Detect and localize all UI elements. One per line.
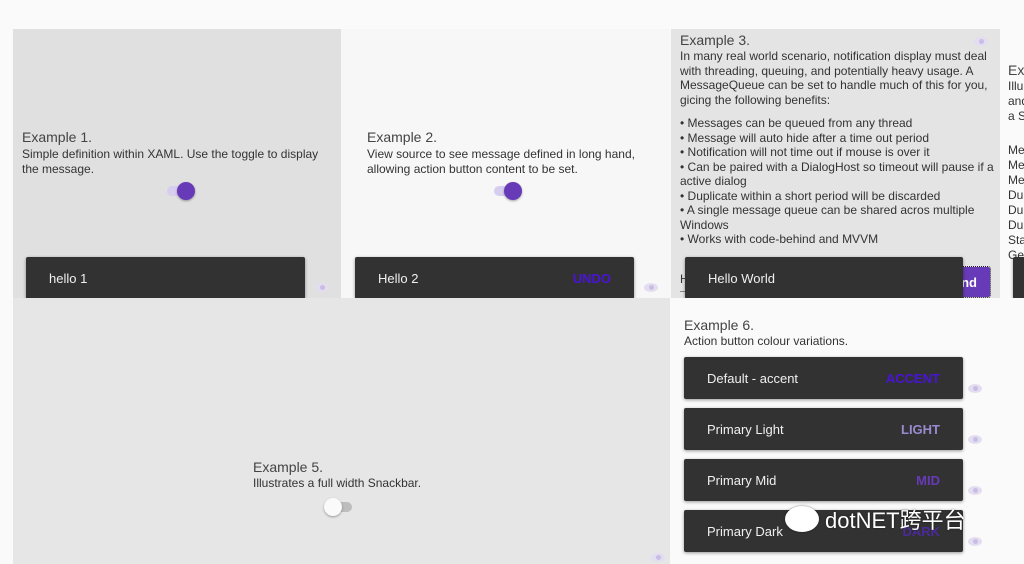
example6-title: Example 6.: [684, 317, 755, 333]
watermark: dotNET跨平台: [785, 503, 966, 535]
example4-panel: Ex Illu and a S Me Me Me Du Du Du Sta Ge: [1006, 29, 1024, 298]
snackbar-message: Hello World: [708, 270, 775, 286]
view-source-icon[interactable]: [968, 384, 982, 393]
desc-line: a S: [1008, 109, 1024, 123]
example3-snackbar: Hello World: [685, 257, 963, 298]
view-source-icon[interactable]: [651, 553, 665, 562]
light-button[interactable]: LIGHT: [901, 422, 940, 437]
example4-title: Ex: [1008, 62, 1024, 78]
view-source-icon[interactable]: [974, 37, 988, 46]
example3-title: Example 3.: [680, 32, 751, 48]
line: Me: [1008, 143, 1024, 157]
view-source-icon[interactable]: [968, 486, 982, 495]
wechat-icon: [785, 506, 819, 532]
line: Du: [1008, 203, 1024, 217]
example5-title: Example 5.: [253, 459, 324, 475]
snackbar-message: Primary Dark: [707, 523, 783, 539]
example2-snackbar: Hello 2 UNDO: [355, 257, 634, 298]
example4-lines: Me Me Me Du Du Du Sta Ge: [1008, 143, 1024, 263]
example5-panel: Example 5. Illustrates a full width Snac…: [13, 298, 670, 564]
undo-button[interactable]: UNDO: [573, 271, 611, 286]
example1-toggle[interactable]: [165, 181, 195, 201]
snackbar-accent: Default - accent ACCENT: [684, 357, 963, 399]
example3-description: In many real world scenario, notificatio…: [680, 49, 988, 107]
benefit-item: • Duplicate within a short period will b…: [680, 188, 941, 203]
snackbar-message: Hello 2: [378, 270, 419, 286]
benefit-item: • Messages can be queued from any thread: [680, 116, 913, 130]
example1-snackbar: hello 1: [26, 257, 305, 298]
watermark-text: dotNET跨平台: [825, 508, 966, 533]
snackbar-message: Primary Light: [707, 421, 784, 437]
example2-panel: Example 2. View source to see message de…: [341, 29, 670, 298]
benefit-item: • Notification will not time out if mous…: [680, 145, 930, 159]
example6-description: Action button colour variations.: [684, 334, 849, 348]
desc-line: and: [1008, 94, 1024, 108]
send-button-label: nd: [961, 275, 977, 290]
example4-snackbar: [1013, 257, 1024, 298]
line: Du: [1008, 188, 1024, 202]
example2-title: Example 2.: [367, 129, 438, 145]
example5-description: Illustrates a full width Snackbar.: [253, 476, 422, 490]
example1-panel: Example 1. Simple definition within XAML…: [13, 29, 341, 298]
line: Sta: [1008, 233, 1024, 247]
snackbar-mid: Primary Mid MID: [684, 459, 963, 501]
desc-line: Illu: [1008, 79, 1024, 93]
example2-toggle[interactable]: [492, 181, 522, 201]
example1-description: Simple definition within XAML. Use the t…: [22, 147, 319, 176]
mid-button[interactable]: MID: [916, 473, 940, 488]
snackbar-message: Default - accent: [707, 370, 799, 386]
benefit-item: • Message will auto hide after a time ou…: [680, 130, 929, 145]
accent-button[interactable]: ACCENT: [886, 371, 940, 386]
view-source-icon[interactable]: [644, 283, 658, 292]
view-source-icon[interactable]: [968, 435, 982, 444]
snackbar-message: Primary Mid: [707, 472, 777, 488]
snackbar-light: Primary Light LIGHT: [684, 408, 963, 450]
example3-panel: Example 3. In many real world scenario, …: [671, 29, 1000, 298]
example5-toggle[interactable]: [324, 497, 354, 517]
snackbar-message: hello 1: [49, 270, 88, 286]
benefit-item: • A single message queue can be shared a…: [680, 203, 975, 232]
line: Du: [1008, 218, 1024, 232]
benefit-item: • Works with code-behind and MVVM: [680, 232, 879, 246]
line: Me: [1008, 158, 1024, 172]
example4-description: Illu and a S: [1008, 79, 1024, 124]
benefits-list: • Messages can be queued from any thread…: [680, 116, 996, 247]
example1-title: Example 1.: [22, 129, 93, 145]
example2-description: View source to see message defined in lo…: [367, 147, 635, 176]
line: Me: [1008, 173, 1024, 187]
view-source-icon[interactable]: [968, 537, 982, 546]
view-source-icon[interactable]: [315, 283, 329, 292]
benefit-item: • Can be paired with a DialogHost so tim…: [680, 159, 994, 189]
